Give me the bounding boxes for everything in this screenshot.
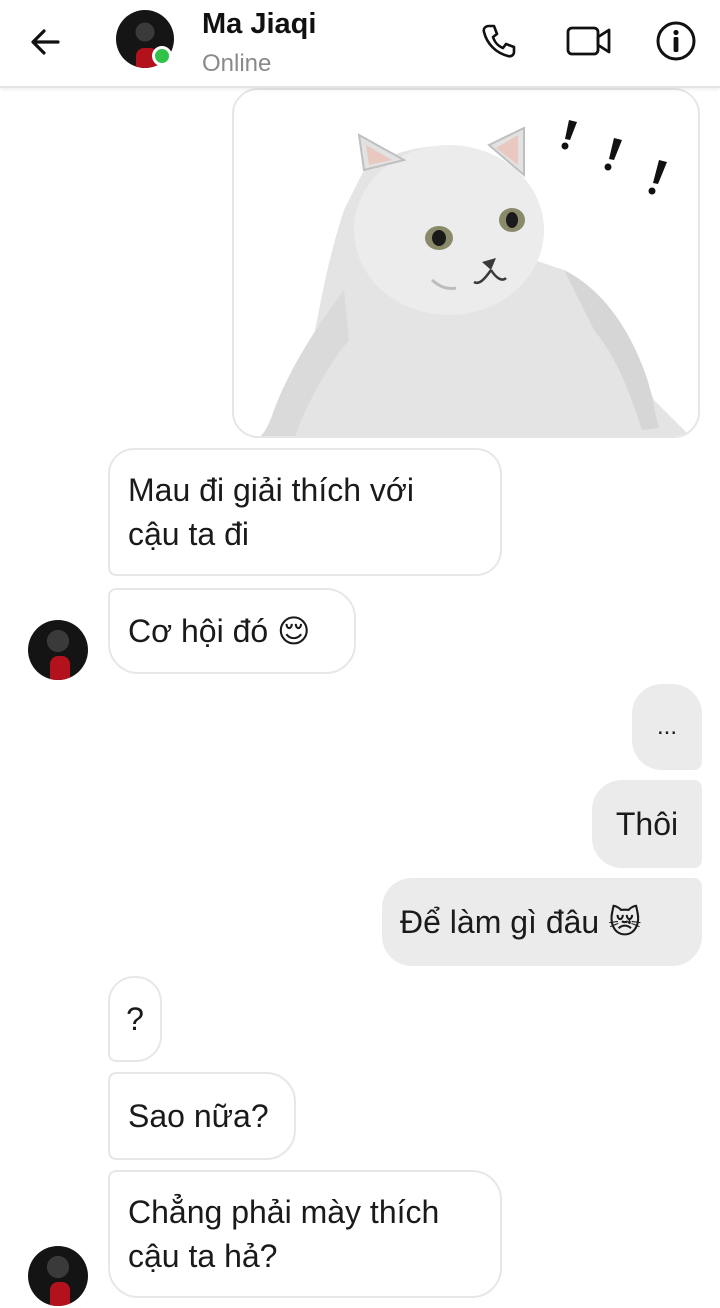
- incoming-message-bubble[interactable]: Mau đi giải thích với cậu ta đi: [108, 448, 502, 576]
- phone-call-icon[interactable]: [476, 18, 522, 64]
- outgoing-message-bubble[interactable]: ...: [632, 684, 702, 770]
- contact-status: Online: [202, 50, 272, 77]
- message-text: Cơ hội đó 😌: [128, 613, 311, 649]
- exclamation-marks: [561, 120, 667, 195]
- contact-avatar-small[interactable]: [28, 1246, 88, 1306]
- message-text: Mau đi giải thích với: [128, 472, 414, 508]
- message-text: Thôi: [615, 806, 679, 842]
- message-text: cậu ta hả?: [128, 1238, 278, 1274]
- contact-name[interactable]: Ma Jiaqi: [202, 8, 316, 41]
- message-text: cậu ta đi: [128, 516, 249, 552]
- message-text: Chẳng phải mày thích: [128, 1194, 440, 1230]
- incoming-message-bubble[interactable]: Sao nữa?: [108, 1072, 296, 1160]
- incoming-message-bubble[interactable]: Chẳng phải mày thích cậu ta hả?: [108, 1170, 502, 1298]
- message-text: ?: [126, 1001, 144, 1037]
- info-icon[interactable]: [653, 18, 699, 64]
- contact-avatar-small[interactable]: [28, 620, 88, 680]
- outgoing-message-bubble[interactable]: Để làm gì đâu 😿: [382, 878, 702, 966]
- message-text: Sao nữa?: [128, 1098, 269, 1134]
- incoming-message-bubble[interactable]: ?: [108, 976, 162, 1062]
- chat-header: Ma Jiaqi Online: [0, 0, 720, 88]
- online-indicator: [152, 46, 172, 66]
- incoming-message-bubble[interactable]: Cơ hội đó 😌: [108, 588, 356, 674]
- cat-sticker[interactable]: [232, 88, 700, 438]
- message-text: Để làm gì đâu 😿: [400, 904, 642, 940]
- video-call-icon[interactable]: [563, 18, 615, 64]
- outgoing-message-bubble[interactable]: Thôi: [592, 780, 702, 868]
- back-arrow-icon[interactable]: [26, 22, 66, 62]
- message-text: ...: [656, 713, 677, 740]
